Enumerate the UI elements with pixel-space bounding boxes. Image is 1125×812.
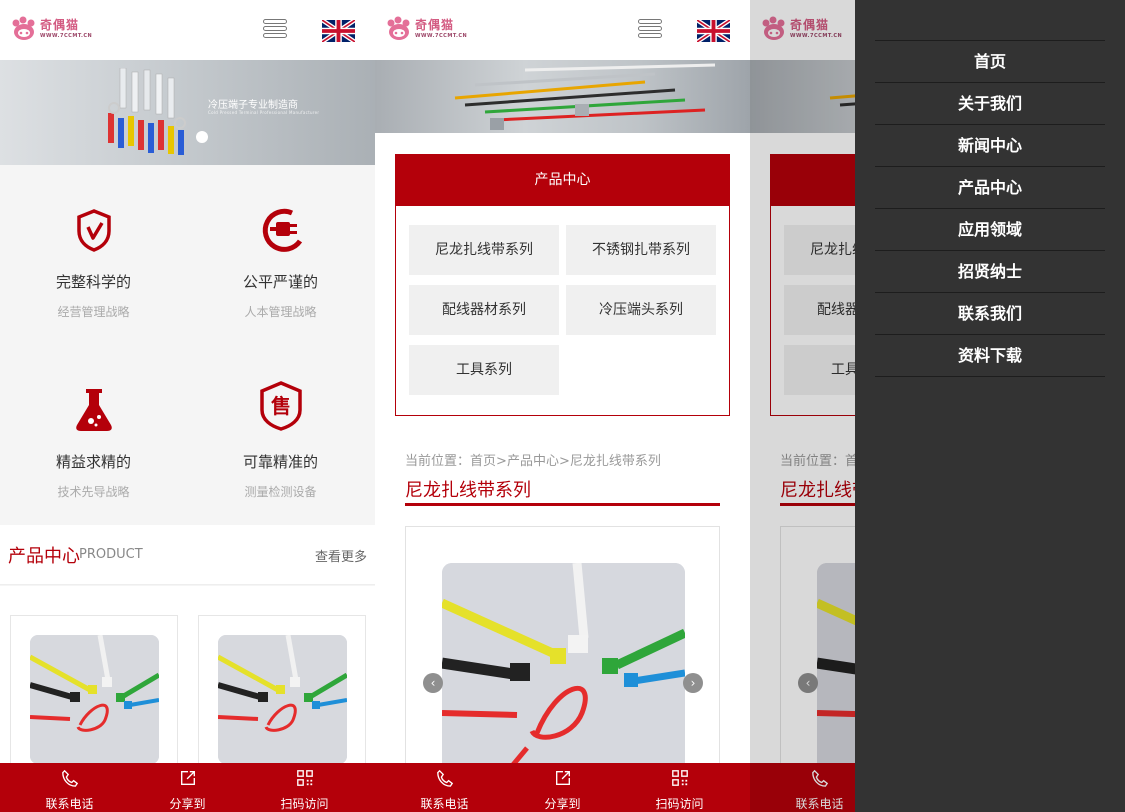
feature-title: 公平严谨的 [242, 273, 318, 291]
ties-banner-image [454, 63, 716, 130]
qrcode-label: 扫码访问 [280, 797, 329, 811]
gallery-next-button[interactable]: › [683, 673, 703, 693]
section-title: 尼龙扎线带系列 [405, 480, 531, 501]
shield-check-icon [76, 209, 111, 252]
brand-logo[interactable]: 奇偶猫 WWW.7CCMT.CN [385, 16, 468, 44]
cable-ties-image [442, 563, 685, 778]
qrcode-icon [671, 770, 688, 786]
call-label: 联系电话 [420, 797, 469, 811]
svg-text:售: 售 [271, 394, 291, 418]
phone-icon [436, 769, 453, 787]
share-label: 分享到 [544, 797, 581, 811]
share-button[interactable]: 分享到 [500, 763, 625, 812]
feature-item: 售 可靠精准的 测量检测设备 [187, 375, 374, 500]
share-button[interactable]: 分享到 [125, 763, 250, 812]
feature-subtitle: 技术先导战略 [57, 485, 130, 499]
menu-icon[interactable] [638, 19, 662, 41]
share-label: 分享到 [169, 797, 206, 811]
carousel-dot[interactable] [196, 131, 208, 143]
category-box-title: 产品中心 [396, 155, 729, 206]
category-box: 产品中心 尼龙扎线带系列 不锈钢扎带系列 配线器材系列 冷压端头系列 工具系列 [395, 154, 730, 416]
menu-backdrop[interactable] [750, 0, 855, 812]
feature-subtitle: 经营管理战略 [57, 305, 130, 319]
feature-title: 精益求精的 [55, 453, 131, 471]
feature-title: 完整科学的 [55, 273, 131, 291]
nav-drawer: 首页 关于我们 新闻中心 产品中心 应用领域 招贤纳士 联系我们 资料下载 [855, 0, 1125, 812]
gallery-prev-button[interactable]: ‹ [423, 673, 443, 693]
app-stage: 奇偶猫 WWW.7CCMT.CN 冷压端子专业制造商 Cold Pressed … [0, 0, 1125, 812]
qrcode-icon [296, 770, 313, 786]
category-item[interactable]: 尼龙扎线带系列 [409, 225, 559, 275]
breadcrumb-separator: > [496, 454, 507, 469]
product-gallery: ‹ › [405, 526, 720, 778]
breadcrumb-prefix: 当前位置： [405, 454, 471, 469]
breadcrumb-parent[interactable]: 产品中心 [507, 454, 559, 469]
menu-item-products[interactable]: 产品中心 [875, 167, 1105, 208]
breadcrumb-current[interactable]: 尼龙扎线带系列 [570, 454, 661, 469]
uk-flag-icon[interactable] [322, 20, 355, 42]
hero-banner: 冷压端子专业制造商 Cold Pressed Terminal Professi… [0, 60, 375, 165]
call-label: 联系电话 [45, 797, 94, 811]
header: 奇偶猫 WWW.7CCMT.CN [0, 0, 375, 60]
section-underline [405, 503, 720, 506]
category-item[interactable]: 冷压端头系列 [566, 285, 716, 335]
brand-name: 奇偶猫 [415, 18, 455, 32]
menu-item-about[interactable]: 关于我们 [875, 83, 1105, 124]
breadcrumb: 当前位置：首页>产品中心>尼龙扎线带系列 [405, 450, 661, 469]
banner-subline: Cold Pressed Terminal Professional Manuf… [208, 110, 320, 115]
menu-item-home[interactable]: 首页 [875, 41, 1105, 82]
share-icon [555, 771, 570, 785]
qrcode-button[interactable]: 扫码访问 [617, 763, 742, 812]
menu-item-downloads[interactable]: 资料下载 [875, 335, 1105, 376]
product-center-title: 产品中心 [8, 546, 80, 567]
qrcode-label: 扫码访问 [655, 797, 704, 811]
view-more-link[interactable]: 查看更多 [315, 546, 367, 565]
home-screen: 奇偶猫 WWW.7CCMT.CN 冷压端子专业制造商 Cold Pressed … [0, 0, 375, 812]
menu-icon[interactable] [263, 19, 287, 41]
menu-divider [875, 376, 1105, 377]
category-item[interactable]: 配线器材系列 [409, 285, 559, 335]
call-button[interactable]: 联系电话 [382, 763, 507, 812]
feature-subtitle: 测量检测设备 [244, 485, 317, 499]
product-center-subtitle: PRODUCT [79, 547, 143, 562]
feature-item: 精益求精的 技术先导战略 [0, 385, 187, 500]
feature-item: 公平严谨的 人本管理战略 [187, 205, 374, 320]
phone-icon [61, 769, 78, 787]
category-screen: 奇偶猫 WWW.7CCMT.CN 产品中心 尼龙扎线带系列 不锈钢扎带系列 配线… [375, 0, 750, 812]
category-item[interactable]: 工具系列 [409, 345, 559, 395]
banner-tagline: 冷压端子专业制造商 [208, 100, 298, 111]
qrcode-button[interactable]: 扫码访问 [242, 763, 367, 812]
category-banner [375, 60, 750, 133]
menu-item-news[interactable]: 新闻中心 [875, 125, 1105, 166]
call-button[interactable]: 联系电话 [7, 763, 132, 812]
uk-flag-icon[interactable] [697, 20, 730, 42]
paw-logo-icon [387, 16, 410, 40]
brand-url: WWW.7CCMT.CN [40, 33, 93, 39]
header: 奇偶猫 WWW.7CCMT.CN [375, 0, 750, 60]
brand-name: 奇偶猫 [40, 18, 80, 32]
breadcrumb-separator: > [558, 454, 570, 469]
bottom-bar: 联系电话 分享到 扫码访问 [0, 763, 375, 812]
brand-url: WWW.7CCMT.CN [415, 33, 468, 39]
terminals-image [108, 68, 186, 155]
plug-icon [262, 208, 302, 252]
menu-item-applications[interactable]: 应用领域 [875, 209, 1105, 250]
bottom-bar: 联系电话 分享到 扫码访问 [375, 763, 750, 812]
product-center-header: 产品中心 PRODUCT 查看更多 [0, 525, 375, 585]
category-item[interactable]: 不锈钢扎带系列 [566, 225, 716, 275]
paw-logo-icon [12, 16, 35, 40]
feature-item: 完整科学的 经营管理战略 [0, 205, 187, 320]
brand-logo[interactable]: 奇偶猫 WWW.7CCMT.CN [10, 16, 93, 44]
flask-icon [75, 389, 112, 431]
cable-ties-image [218, 635, 347, 764]
share-icon [180, 771, 195, 785]
menu-item-careers[interactable]: 招贤纳士 [875, 251, 1105, 292]
cable-ties-image [30, 635, 159, 764]
feature-subtitle: 人本管理战略 [244, 305, 317, 319]
menu-item-contact[interactable]: 联系我们 [875, 293, 1105, 334]
feature-title: 可靠精准的 [242, 453, 318, 471]
sale-badge-icon: 售 [259, 381, 302, 431]
breadcrumb-home[interactable]: 首页 [470, 454, 496, 469]
